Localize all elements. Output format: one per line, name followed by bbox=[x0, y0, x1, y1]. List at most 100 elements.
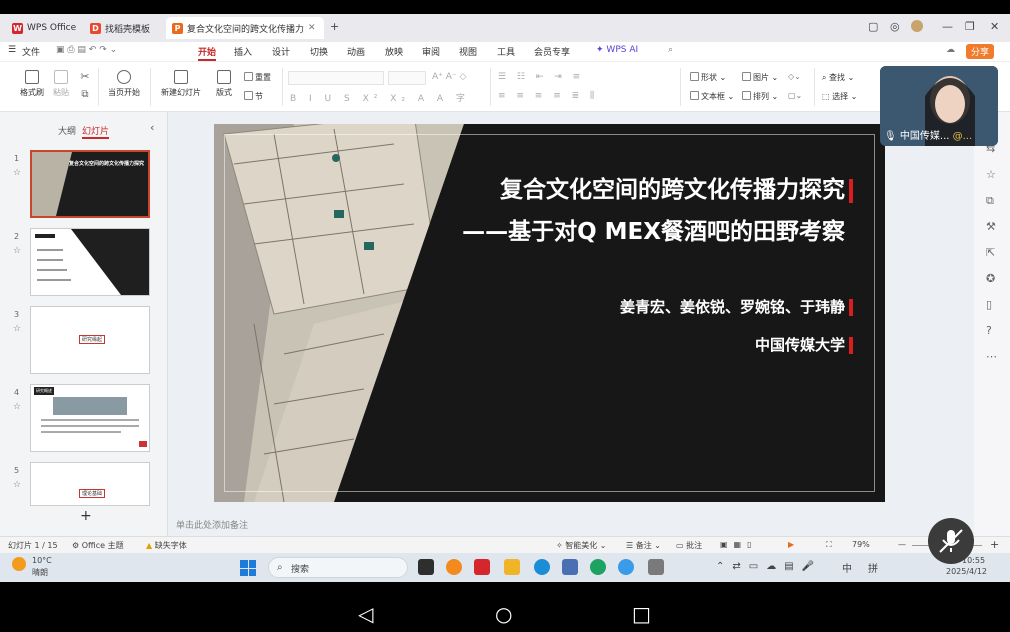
menu-slideshow[interactable]: 放映 bbox=[385, 45, 403, 58]
star-icon[interactable]: ☆ bbox=[13, 246, 21, 256]
fill-icon[interactable]: ◇⌄ bbox=[788, 72, 801, 81]
edge-browser-icon[interactable] bbox=[534, 559, 550, 575]
align-buttons[interactable]: ≡ ≡ ≡ ≡ ≣ ⫼ bbox=[498, 91, 598, 101]
cut-icon[interactable]: ✂ bbox=[78, 70, 92, 83]
home-icon[interactable]: ○ bbox=[495, 602, 512, 626]
menu-insert[interactable]: 插入 bbox=[234, 45, 252, 58]
hamburger-icon[interactable]: ☰ bbox=[8, 45, 16, 55]
paste-button[interactable]: 粘贴 bbox=[48, 70, 74, 98]
play-slideshow-icon[interactable]: ▶ bbox=[788, 540, 794, 549]
font-size-controls[interactable]: A⁺ A⁻ ◇ bbox=[432, 72, 466, 82]
transform-icon[interactable]: ⇱ bbox=[986, 246, 995, 259]
close-window-icon[interactable]: ✕ bbox=[990, 20, 999, 33]
maximize-icon[interactable]: ❐ bbox=[965, 20, 975, 33]
tab-slides[interactable]: 幻灯片 bbox=[82, 124, 110, 139]
copy-icon[interactable]: ⧉ bbox=[78, 89, 92, 100]
shape-button[interactable]: 形状 ⌄ bbox=[690, 72, 726, 83]
book-icon[interactable]: ▯ bbox=[986, 298, 992, 311]
slide-title-line2[interactable]: ——基于对Q MEX餐酒吧的田野考察 bbox=[462, 212, 845, 246]
star-icon[interactable]: ☆ bbox=[13, 168, 21, 178]
zoom-level[interactable]: 79% bbox=[852, 540, 870, 549]
mail-icon[interactable] bbox=[562, 559, 578, 575]
minimize-icon[interactable]: — bbox=[942, 20, 953, 33]
wps-ai-button[interactable]: ✦ WPS AI bbox=[596, 45, 638, 55]
cloud-icon[interactable]: ☁ bbox=[946, 45, 955, 55]
notes-placeholder[interactable]: 单击此处添加备注 bbox=[176, 518, 248, 531]
star-icon[interactable]: ☆ bbox=[13, 480, 21, 490]
quick-access-icons[interactable]: ▣ ⎙ ▤ ↶ ↷ ⌄ bbox=[56, 45, 117, 55]
tab-docer-templates[interactable]: D 找稻壳模板 bbox=[84, 17, 160, 39]
picture-button[interactable]: 图片 ⌄ bbox=[742, 72, 778, 83]
new-slide-button[interactable]: 新建幻灯片 bbox=[156, 70, 206, 98]
system-tray-icons[interactable]: ⌃⇄▭☁▤🎤 bbox=[716, 561, 822, 572]
play-from-current-button[interactable]: 当页开始 bbox=[104, 70, 144, 98]
missing-font-button[interactable]: ▲ 缺失字体 bbox=[146, 540, 187, 551]
menu-member[interactable]: 会员专享 bbox=[534, 45, 570, 58]
recents-icon[interactable]: □ bbox=[632, 602, 651, 626]
menu-tools[interactable]: 工具 bbox=[497, 45, 515, 58]
floating-mic-button[interactable] bbox=[928, 518, 974, 564]
file-explorer-icon[interactable] bbox=[504, 559, 520, 575]
layers-icon[interactable]: ⧉ bbox=[986, 194, 994, 208]
slide-thumbnail-3[interactable]: 3 ☆ 研究缘起 bbox=[0, 306, 166, 376]
favorite-icon[interactable]: ☆ bbox=[986, 168, 996, 181]
slide-thumbnail-4[interactable]: 4 ☆ 研究概述 bbox=[0, 384, 166, 454]
beautify-button[interactable]: ✧ 智能美化 ⌄ bbox=[556, 540, 607, 551]
textbox-button[interactable]: 文本框 ⌄ bbox=[690, 91, 734, 102]
menu-home[interactable]: 开始 bbox=[198, 45, 217, 61]
tab-wps-office[interactable]: W WPS Office bbox=[6, 17, 80, 39]
slide-thumbnail-1[interactable]: 1 ☆ 复合文化空间的跨文化传播力探究 bbox=[0, 150, 166, 220]
video-call-overlay[interactable]: 🎙 中国传媒... @... bbox=[880, 66, 998, 146]
outline-icon[interactable]: ▢⌄ bbox=[788, 91, 802, 100]
tab-presentation[interactable]: P 复合文化空间的跨文化传播力 ✕ bbox=[166, 17, 324, 39]
app-icon[interactable] bbox=[446, 559, 462, 575]
menu-transition[interactable]: 切换 bbox=[310, 45, 328, 58]
user-avatar[interactable] bbox=[911, 20, 923, 32]
back-icon[interactable]: ◁ bbox=[358, 602, 373, 626]
font-style-buttons[interactable]: B I U S X² X₂ A A 字 bbox=[290, 91, 470, 104]
menu-review[interactable]: 审阅 bbox=[422, 45, 440, 58]
skin-icon[interactable]: ◎ bbox=[890, 20, 900, 33]
more-icon[interactable]: ⋯ bbox=[986, 350, 997, 363]
view-mode-icons[interactable]: ▣▦▯ bbox=[720, 540, 758, 549]
app-icon[interactable] bbox=[648, 559, 664, 575]
find-button[interactable]: ⌕ 查找 ⌄ bbox=[822, 72, 854, 83]
font-size-select[interactable] bbox=[388, 71, 426, 85]
animation-icon[interactable]: ✪ bbox=[986, 272, 995, 285]
font-family-select[interactable] bbox=[288, 71, 384, 85]
collapse-panel-icon[interactable]: ‹ bbox=[150, 121, 154, 134]
share-button[interactable]: 分享 bbox=[966, 44, 995, 59]
slide-title-line1[interactable]: 复合文化空间的跨文化传播力探究 bbox=[500, 170, 853, 204]
slide-authors[interactable]: 姜青宏、姜依锐、罗婉铭、于玮静 bbox=[620, 296, 853, 317]
add-slide-button[interactable]: + bbox=[80, 508, 92, 524]
windows-start-icon[interactable] bbox=[240, 560, 256, 576]
slide[interactable]: 复合文化空间的跨文化传播力探究 ——基于对Q MEX餐酒吧的田野考察 姜青宏、姜… bbox=[214, 124, 885, 502]
menu-file[interactable]: 文件 bbox=[22, 45, 40, 58]
star-icon[interactable]: ☆ bbox=[13, 402, 21, 412]
close-tab-icon[interactable]: ✕ bbox=[308, 23, 316, 33]
star-icon[interactable]: ☆ bbox=[13, 324, 21, 334]
layout-button[interactable]: 版式 bbox=[210, 70, 238, 98]
task-view-icon[interactable] bbox=[418, 559, 434, 575]
comments-button[interactable]: ▭ 批注 bbox=[676, 540, 702, 551]
ime-mode[interactable]: 拼 bbox=[868, 560, 878, 575]
menu-animation[interactable]: 动画 bbox=[347, 45, 365, 58]
wechat-icon[interactable] bbox=[590, 559, 606, 575]
menu-view[interactable]: 视图 bbox=[459, 45, 477, 58]
app-icon[interactable] bbox=[618, 559, 634, 575]
tools-icon[interactable]: ⚒ bbox=[986, 220, 996, 233]
clock-date[interactable]: 2025/4/12 bbox=[946, 567, 987, 576]
menu-design[interactable]: 设计 bbox=[272, 45, 290, 58]
taskbar-search[interactable]: ⌕ 搜索 bbox=[268, 557, 408, 578]
help-icon[interactable]: ? bbox=[986, 324, 992, 337]
window-layout-icon[interactable]: ▢ bbox=[868, 20, 878, 33]
theme-button[interactable]: ⚙ Office 主题 bbox=[72, 540, 124, 551]
weather-icon[interactable] bbox=[12, 557, 26, 571]
arrange-button[interactable]: 排列 ⌄ bbox=[742, 91, 778, 102]
section-button[interactable]: 节 bbox=[244, 91, 263, 102]
format-painter-button[interactable]: 格式刷 bbox=[16, 70, 48, 98]
ime-indicator[interactable]: 中 bbox=[842, 560, 852, 575]
slide-university[interactable]: 中国传媒大学 bbox=[755, 334, 853, 355]
tab-outline[interactable]: 大纲 bbox=[58, 124, 76, 137]
fit-window-icon[interactable]: ⛶ bbox=[826, 540, 832, 550]
